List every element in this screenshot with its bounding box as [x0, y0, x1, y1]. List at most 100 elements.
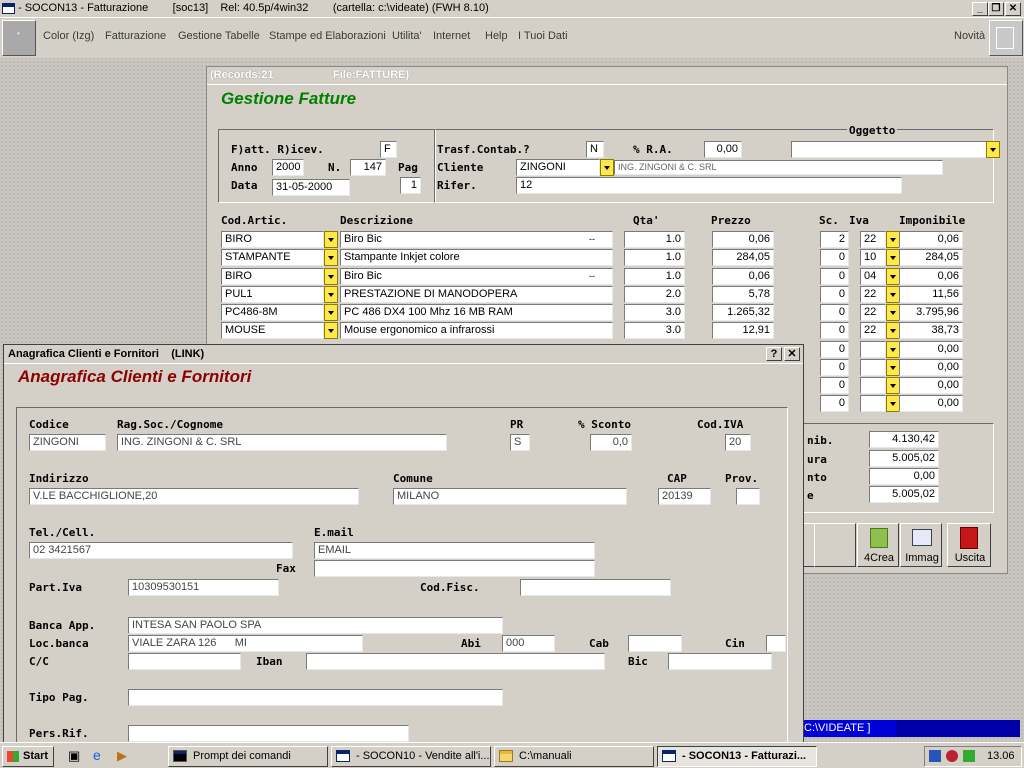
- menu-help[interactable]: Help: [485, 30, 508, 42]
- network-icon[interactable]: [929, 750, 941, 762]
- row-iva-dropdown[interactable]: [886, 341, 900, 358]
- codfisc-field[interactable]: [520, 579, 671, 596]
- row-cod[interactable]: PC486-8M: [221, 304, 324, 321]
- row-iva[interactable]: 22: [860, 322, 886, 339]
- menu-internet[interactable]: Internet: [433, 30, 470, 42]
- row-cod-dropdown[interactable]: [324, 268, 338, 285]
- row-iva[interactable]: 22: [860, 304, 886, 321]
- row-cod-dropdown[interactable]: [324, 231, 338, 248]
- row-sc[interactable]: 0: [820, 249, 849, 266]
- help-button[interactable]: ?: [766, 347, 782, 361]
- prov-field[interactable]: [736, 488, 760, 505]
- cliente-field[interactable]: ZINGONI: [516, 159, 600, 176]
- row-cod-dropdown[interactable]: [324, 322, 338, 339]
- cin-field[interactable]: [766, 635, 786, 652]
- abi-field[interactable]: 000: [502, 635, 555, 652]
- menu-stampe[interactable]: Stampe ed Elaborazioni: [269, 30, 386, 42]
- row-cod[interactable]: MOUSE: [221, 322, 324, 339]
- menu-color[interactable]: Color (Izg): [43, 30, 94, 42]
- row-iva-dropdown[interactable]: [886, 359, 900, 376]
- row-cod-dropdown[interactable]: [324, 304, 338, 321]
- row-descr[interactable]: PC 486 DX4 100 Mhz 16 MB RAM: [340, 304, 613, 321]
- app-window-icon[interactable]: [2, 3, 15, 14]
- row-qta[interactable]: 1.0: [624, 249, 685, 266]
- row-qta[interactable]: 1.0: [624, 268, 685, 285]
- menu-tuoi-dati[interactable]: I Tuoi Dati: [518, 30, 568, 42]
- row-iva-dropdown[interactable]: [886, 249, 900, 266]
- row-iva[interactable]: 22: [860, 286, 886, 303]
- row-sc[interactable]: 0: [820, 286, 849, 303]
- comune-field[interactable]: MILANO: [393, 488, 627, 505]
- data-field[interactable]: 31-05-2000: [272, 179, 350, 196]
- task-prompt[interactable]: Prompt dei comandi: [168, 746, 328, 767]
- cap-field[interactable]: 20139: [658, 488, 711, 505]
- row-iva-dropdown[interactable]: [886, 231, 900, 248]
- pag-field[interactable]: 1: [400, 177, 421, 194]
- indirizzo-field[interactable]: V.LE BACCHIGLIONE,20: [29, 488, 359, 505]
- menu-utilita[interactable]: Utilita': [392, 30, 422, 42]
- quick-launch-media-icon[interactable]: ▶: [117, 748, 127, 764]
- email-field[interactable]: EMAIL: [314, 542, 595, 559]
- row-cod[interactable]: STAMPANTE: [221, 249, 324, 266]
- menu-novita[interactable]: Novità: [954, 30, 985, 42]
- cc-field[interactable]: [128, 653, 241, 670]
- locbanca-field[interactable]: VIALE ZARA 126 MI: [128, 635, 363, 652]
- row-prezzo[interactable]: 5,78: [712, 286, 774, 303]
- trasf-field[interactable]: N: [586, 141, 604, 158]
- row-prezzo[interactable]: 284,05: [712, 249, 774, 266]
- row-sc[interactable]: 0: [820, 377, 849, 394]
- security-icon[interactable]: [946, 750, 958, 762]
- row-iva-dropdown[interactable]: [886, 377, 900, 394]
- row-sc[interactable]: 0: [820, 341, 849, 358]
- crea-button[interactable]: 4Crea: [857, 523, 899, 567]
- row-iva-dropdown[interactable]: [886, 286, 900, 303]
- row-descr[interactable]: Stampante Inkjet colore: [340, 249, 613, 266]
- minimize-button[interactable]: _: [972, 2, 988, 16]
- row-descr[interactable]: Biro Bic: [340, 268, 613, 285]
- dialog-close-button[interactable]: ✕: [784, 347, 800, 361]
- bic-field[interactable]: [668, 653, 772, 670]
- tipopag-field[interactable]: [128, 689, 503, 706]
- row-sc[interactable]: 0: [820, 304, 849, 321]
- row-cod-dropdown[interactable]: [324, 249, 338, 266]
- row-sc[interactable]: 0: [820, 359, 849, 376]
- row-iva[interactable]: [860, 359, 886, 376]
- banca-field[interactable]: INTESA SAN PAOLO SPA: [128, 617, 503, 634]
- piva-field[interactable]: 10309530151: [128, 579, 279, 596]
- toolbar-icon-button[interactable]: •: [2, 20, 36, 56]
- row-iva-dropdown[interactable]: [886, 395, 900, 412]
- row-qta[interactable]: 1.0: [624, 231, 685, 248]
- menu-fatturazione[interactable]: Fatturazione: [105, 30, 166, 42]
- fax-field[interactable]: [314, 560, 595, 577]
- quick-launch-ie-icon[interactable]: e: [93, 747, 101, 763]
- row-cod[interactable]: PUL1: [221, 286, 324, 303]
- row-iva[interactable]: 22: [860, 231, 886, 248]
- cliente-dropdown[interactable]: [600, 159, 614, 176]
- oggetto-field[interactable]: [791, 141, 993, 158]
- anno-field[interactable]: 2000: [272, 159, 304, 176]
- sconto-field[interactable]: 0,0: [590, 434, 632, 451]
- row-cod[interactable]: BIRO: [221, 231, 324, 248]
- task-socon13[interactable]: - SOCON13 - Fatturazi...: [657, 746, 817, 767]
- row-prezzo[interactable]: 0,06: [712, 231, 774, 248]
- row-iva-dropdown[interactable]: [886, 268, 900, 285]
- iban-field[interactable]: [306, 653, 605, 670]
- immag-button[interactable]: Immag: [900, 523, 942, 567]
- codiva-field[interactable]: 20: [725, 434, 751, 451]
- row-cod[interactable]: BIRO: [221, 268, 324, 285]
- row-qta[interactable]: 3.0: [624, 304, 685, 321]
- task-manuali[interactable]: C:\manuali: [494, 746, 654, 767]
- row-iva[interactable]: 04: [860, 268, 886, 285]
- row-descr[interactable]: Mouse ergonomico a infrarossi: [340, 322, 613, 339]
- row-cod-dropdown[interactable]: [324, 286, 338, 303]
- task-socon10[interactable]: - SOCON10 - Vendite all'i...: [331, 746, 491, 767]
- blank-button-2[interactable]: [814, 523, 856, 567]
- uscita-button[interactable]: Uscita: [947, 523, 991, 567]
- ragsoc-field[interactable]: ING. ZINGONI & C. SRL: [117, 434, 447, 451]
- row-qta[interactable]: 3.0: [624, 322, 685, 339]
- cab-field[interactable]: [628, 635, 682, 652]
- row-sc[interactable]: 0: [820, 322, 849, 339]
- menu-gestione-tabelle[interactable]: Gestione Tabelle: [178, 30, 260, 42]
- ra-field[interactable]: 0,00: [704, 141, 742, 158]
- close-button[interactable]: ✕: [1005, 2, 1021, 16]
